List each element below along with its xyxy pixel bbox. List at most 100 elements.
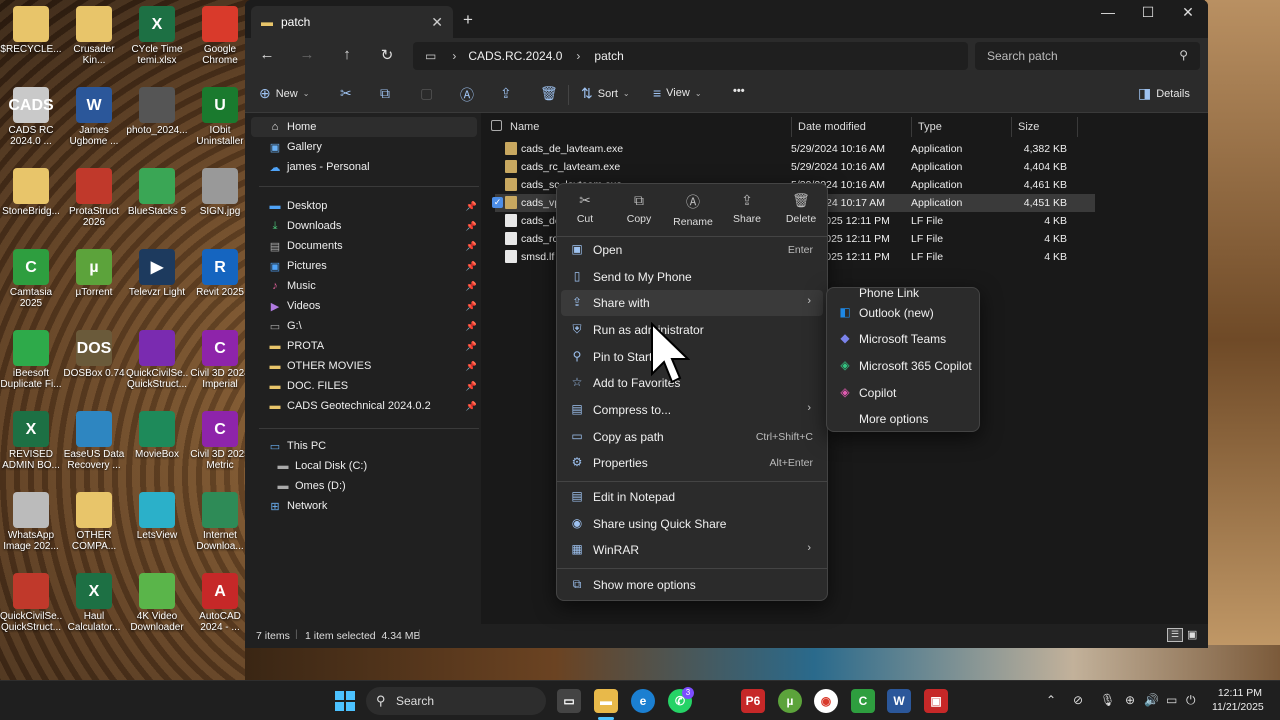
desktop-icon[interactable]: MovieBox bbox=[126, 411, 188, 460]
nav-item-omes-drive[interactable]: ▬ Omes (D:) bbox=[275, 476, 485, 496]
desktop-icon[interactable]: U IObit Uninstaller bbox=[189, 87, 251, 147]
desktop-icon[interactable]: iBeesoft Duplicate Fi... bbox=[0, 330, 62, 390]
pin-icon[interactable]: 📌 bbox=[466, 261, 477, 272]
view-button[interactable]: ≡ View ⌄ bbox=[653, 85, 702, 101]
address-bar[interactable]: ▭ › CADS.RC.2024.0 › patch bbox=[413, 42, 968, 70]
power-icon[interactable]: ⏻ bbox=[1186, 693, 1196, 708]
close-tab-icon[interactable]: ✕ bbox=[431, 14, 443, 31]
nav-item-quick-access[interactable]: ▬ Desktop 📌 bbox=[267, 196, 478, 216]
menu-item[interactable]: ⧉ Show more options bbox=[561, 572, 823, 598]
menu-item[interactable]: ▣ Open Enter bbox=[561, 237, 823, 263]
desktop-icon[interactable]: WhatsApp Image 202... bbox=[0, 492, 62, 552]
submenu-item[interactable]: ◈ Copilot bbox=[831, 380, 977, 406]
nav-item-this-pc[interactable]: ▭ This PC bbox=[267, 436, 477, 456]
menu-item[interactable]: ⚲ Pin to Start bbox=[561, 344, 823, 370]
delete-button[interactable]: 🗑 bbox=[540, 85, 558, 102]
pin-icon[interactable]: 📌 bbox=[466, 381, 477, 392]
desktop-icon[interactable]: CADS CADS RC 2024.0 ... bbox=[0, 87, 62, 147]
nav-item-home[interactable]: ⌂ Home bbox=[267, 117, 477, 137]
nav-item-network[interactable]: ⊞ Network bbox=[267, 496, 477, 516]
list-view-icon[interactable]: ☰ bbox=[1167, 628, 1183, 642]
breadcrumb-item[interactable]: patch bbox=[594, 49, 623, 63]
sort-button[interactable]: ⇅ Sort ⌄ bbox=[581, 85, 630, 102]
start-button[interactable] bbox=[333, 689, 357, 713]
nav-item-quick-access[interactable]: ⤓ Downloads 📌 bbox=[267, 216, 477, 236]
nav-item-quick-access[interactable]: ▬ PROTA 📌 bbox=[267, 336, 478, 356]
desktop-icon[interactable]: EaseUS Data Recovery ... bbox=[63, 411, 125, 471]
column-header-size[interactable]: Size bbox=[1012, 117, 1078, 137]
menu-item[interactable]: ▦ WinRAR › bbox=[561, 537, 823, 563]
camtasia-icon[interactable]: C bbox=[851, 689, 875, 713]
context-rename-button[interactable]: Ⓐ Rename bbox=[667, 192, 719, 228]
desktop-icon[interactable]: SIGN.jpg bbox=[189, 168, 251, 217]
desktop-icon[interactable]: BlueStacks 5 bbox=[126, 168, 188, 217]
battery-icon[interactable]: ▭ bbox=[1166, 693, 1177, 707]
desktop-icon[interactable]: $RECYCLE... bbox=[0, 6, 62, 55]
tiles-view-icon[interactable]: ▣ bbox=[1187, 628, 1201, 642]
desktop-icon[interactable]: X Haul Calculator... bbox=[63, 573, 125, 633]
nav-item-onedrive[interactable]: ☁ james - Personal bbox=[267, 157, 477, 177]
desktop-icon[interactable]: R Revit 2025 bbox=[189, 249, 251, 298]
forward-arrow-icon[interactable]: → bbox=[295, 46, 319, 68]
desktop-icon[interactable]: LetsView bbox=[126, 492, 188, 541]
pin-icon[interactable]: 📌 bbox=[466, 321, 477, 332]
details-button[interactable]: ◨ Details bbox=[1138, 85, 1190, 102]
breadcrumb-item[interactable]: CADS.RC.2024.0 bbox=[468, 49, 562, 63]
pin-icon[interactable]: 📌 bbox=[466, 301, 477, 312]
menu-item[interactable]: ▭ Copy as path Ctrl+Shift+C bbox=[561, 424, 823, 450]
edge-icon[interactable]: e bbox=[631, 689, 655, 713]
microphone-icon[interactable]: 🎙 bbox=[1100, 693, 1115, 707]
menu-item[interactable]: ☆ Add to Favorites bbox=[561, 370, 823, 396]
context-delete-button[interactable]: 🗑 Delete bbox=[775, 192, 827, 225]
tab-patch[interactable]: ▬ patch ✕ bbox=[251, 6, 453, 38]
desktop-icon[interactable]: DOS DOSBox 0.74 bbox=[63, 330, 125, 379]
desktop-icon[interactable]: C Civil 3D 2025 Metric bbox=[189, 411, 251, 471]
globe-icon[interactable]: ⊕ bbox=[1125, 693, 1135, 707]
desktop-icon[interactable]: C Civil 3D 2024 Imperial bbox=[189, 330, 251, 390]
nav-item-quick-access[interactable]: ▤ Documents 📌 bbox=[267, 236, 477, 256]
desktop-icon[interactable]: X CYcle Time temi.xlsx bbox=[126, 6, 188, 66]
submenu-item[interactable]: ◧ Outlook (new) bbox=[831, 300, 977, 326]
menu-item[interactable]: ◉ Share using Quick Share bbox=[561, 511, 823, 537]
pin-icon[interactable]: 📌 bbox=[466, 221, 477, 232]
maximize-button[interactable]: ☐ bbox=[1128, 4, 1168, 26]
desktop-icon[interactable]: Google Chrome bbox=[189, 6, 251, 66]
close-window-button[interactable]: ✕ bbox=[1168, 4, 1208, 26]
desktop-icon[interactable]: ProtaStruct 2026 bbox=[63, 168, 125, 228]
nav-item-quick-access[interactable]: ▶ Videos 📌 bbox=[267, 296, 477, 316]
desktop-icon[interactable]: A AutoCAD 2024 - ... bbox=[189, 573, 251, 633]
desktop-icon[interactable]: µ µTorrent bbox=[63, 249, 125, 298]
new-button[interactable]: ⊕ New ⌄ bbox=[259, 85, 309, 102]
chevron-up-icon[interactable]: ⌃ bbox=[1046, 693, 1056, 707]
column-header-type[interactable]: Type bbox=[912, 117, 1012, 137]
table-row[interactable]: cads_de_lavteam.exe 5/29/2024 10:16 AM App… bbox=[495, 140, 1095, 158]
word-icon[interactable]: W bbox=[887, 689, 911, 713]
desktop-icon[interactable]: photo_2024... bbox=[126, 87, 188, 136]
desktop-icon[interactable]: W James Ugbome ... bbox=[63, 87, 125, 147]
desktop-icon[interactable]: 4K Video Downloader bbox=[126, 573, 188, 633]
menu-item[interactable]: ▤ Compress to... › bbox=[561, 397, 823, 423]
copy-button[interactable]: ⧉ bbox=[380, 85, 390, 102]
nav-item-quick-access[interactable]: ♪ Music 📌 bbox=[267, 276, 477, 296]
pin-icon[interactable]: 📌 bbox=[466, 241, 477, 252]
column-header-date[interactable]: Date modified bbox=[792, 117, 912, 137]
menu-item[interactable]: ⇪ Share with › bbox=[561, 290, 823, 316]
menu-item[interactable]: ⛨ Run as administrator bbox=[561, 317, 823, 343]
desktop-icon[interactable]: X REVISED ADMIN BO... bbox=[0, 411, 62, 471]
file-explorer-taskbar-icon[interactable]: ▬ bbox=[594, 689, 618, 713]
desktop-icon[interactable]: QuickCivilSe... QuickStruct... bbox=[126, 330, 188, 390]
volume-icon[interactable]: 🔊 bbox=[1144, 693, 1159, 707]
desktop-icon[interactable]: Crusader Kin... bbox=[63, 6, 125, 66]
context-share-button[interactable]: ⇪ Share bbox=[721, 192, 773, 225]
context-copy-button[interactable]: ⧉ Copy bbox=[613, 192, 665, 225]
pin-icon[interactable]: 📌 bbox=[466, 361, 477, 372]
menu-item[interactable]: ▯ Send to My Phone bbox=[561, 264, 823, 290]
minimize-button[interactable]: — bbox=[1088, 4, 1128, 26]
desktop-icon[interactable]: Internet Downloa... bbox=[189, 492, 251, 552]
nav-item-quick-access[interactable]: ▭ G:\ 📌 bbox=[267, 316, 477, 336]
rename-button[interactable]: Ⓐ bbox=[460, 85, 474, 105]
chrome-icon[interactable]: ◉ bbox=[814, 689, 838, 713]
more-options-button[interactable]: ••• bbox=[733, 85, 745, 97]
primavera-icon[interactable]: P6 bbox=[741, 689, 765, 713]
desktop-icon[interactable]: OTHER COMPA... bbox=[63, 492, 125, 552]
